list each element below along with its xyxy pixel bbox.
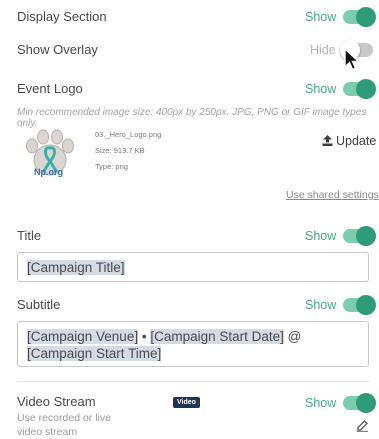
use-shared-settings-link[interactable]: Use shared settings — [286, 189, 379, 201]
update-button[interactable]: Update — [322, 134, 376, 148]
subtitle-separator: • — [138, 329, 151, 344]
event-logo-image: Np.org — [22, 126, 78, 182]
video-stream-label: Video Stream — [17, 394, 96, 409]
toggle-knob — [356, 393, 376, 413]
title-value: [Campaign Title] — [27, 260, 125, 275]
subtitle-toggle[interactable] — [343, 295, 376, 315]
edit-icon[interactable] — [356, 419, 369, 432]
title-toggle[interactable] — [343, 226, 376, 246]
display-section-label: Display Section — [17, 9, 107, 24]
file-type: Type: png — [95, 162, 128, 171]
file-size: Size: 913.7 KB — [95, 146, 145, 155]
event-logo-toggle[interactable] — [343, 79, 376, 99]
show-overlay-state: Hide — [310, 43, 336, 57]
subtitle-at: @ — [283, 329, 302, 344]
section-divider — [17, 381, 369, 382]
toggle-knob — [356, 7, 376, 27]
show-overlay-label: Show Overlay — [17, 42, 98, 57]
video-stream-toggle[interactable] — [343, 393, 376, 413]
display-section-toggle[interactable] — [343, 7, 376, 27]
title-state: Show — [305, 229, 337, 243]
subtitle-venue: [Campaign Venue] — [27, 329, 139, 344]
toggle-knob — [356, 226, 376, 246]
toggle-knob — [356, 79, 376, 99]
subtitle-label: Subtitle — [17, 297, 61, 312]
file-name: 03._Hero_Logo.png — [95, 130, 162, 139]
event-logo-state: Show — [305, 82, 337, 96]
subtitle-start-date: [Campaign Start Date] — [150, 329, 284, 344]
video-badge: Video — [173, 397, 200, 408]
title-input[interactable]: [Campaign Title] — [17, 252, 369, 282]
display-section-state: Show — [305, 10, 337, 24]
update-label: Update — [336, 134, 377, 148]
mouse-cursor-icon — [344, 47, 361, 71]
event-logo-label: Event Logo — [17, 81, 83, 96]
toggle-knob — [356, 295, 376, 315]
video-stream-description: Use recorded or live video stream — [17, 412, 111, 438]
subtitle-start-time: [Campaign Start Time] — [27, 346, 162, 361]
subtitle-input[interactable]: [Campaign Venue] • [Campaign Start Date]… — [17, 321, 369, 367]
title-label: Title — [17, 228, 42, 243]
subtitle-state: Show — [305, 298, 337, 312]
upload-icon — [322, 135, 333, 146]
logo-text: Np.org — [34, 167, 63, 177]
video-stream-state: Show — [305, 396, 337, 410]
